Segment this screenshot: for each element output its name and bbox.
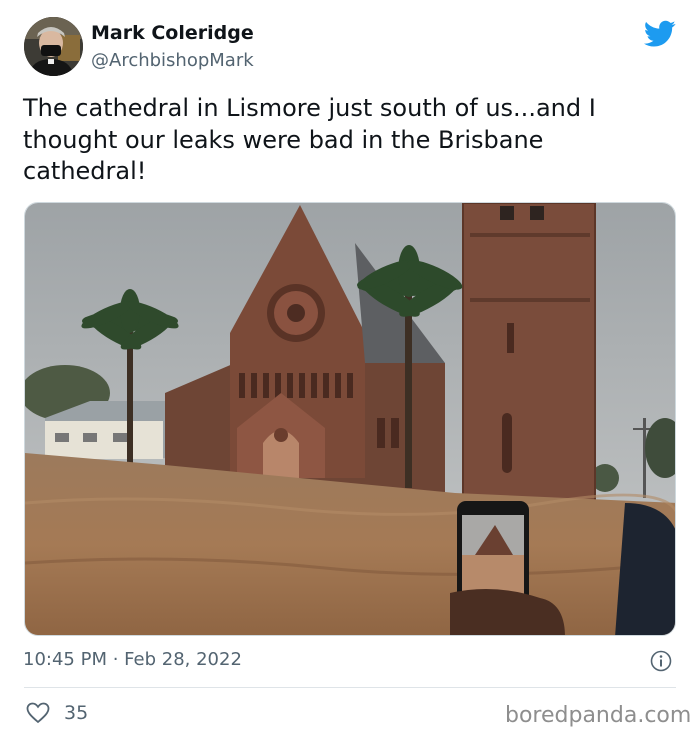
- tweet-photo[interactable]: [24, 202, 676, 636]
- tweet-text: The cathedral in Lismore just south of u…: [23, 93, 673, 188]
- watermark: boredpanda.com: [505, 703, 692, 728]
- tweet-text-line: cathedral!: [23, 157, 147, 185]
- author-name[interactable]: Mark Coleridge: [91, 22, 254, 44]
- info-icon[interactable]: [650, 650, 672, 672]
- avatar-image: [24, 17, 83, 76]
- tweet-text-line: thought our leaks were bad in the Brisba…: [23, 125, 544, 154]
- tweet-text-line: The cathedral in Lismore just south of u…: [23, 94, 596, 122]
- author-handle[interactable]: @ArchbishopMark: [91, 50, 254, 71]
- tweet-timestamp[interactable]: 10:45 PM · Feb 28, 2022: [23, 649, 242, 670]
- twitter-bird-icon[interactable]: [644, 20, 676, 48]
- avatar[interactable]: [24, 17, 83, 76]
- flooded-cathedral-photo: [25, 203, 675, 635]
- heart-outline-icon[interactable]: [26, 702, 50, 724]
- divider: [24, 687, 676, 688]
- like-count: 35: [64, 702, 89, 724]
